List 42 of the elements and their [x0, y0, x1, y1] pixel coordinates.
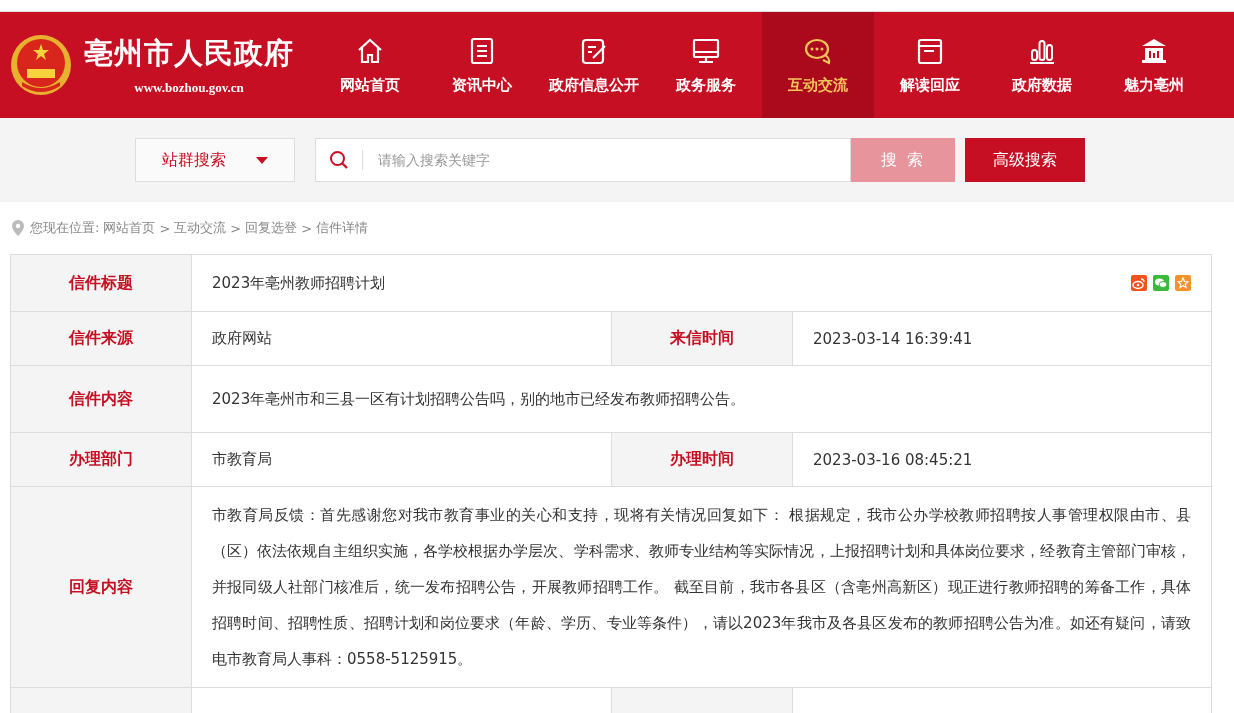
emblem-icon [10, 34, 72, 96]
breadcrumb-separator: > [301, 220, 313, 236]
scope-dropdown[interactable]: 站群搜索 [135, 138, 295, 182]
nav-tab[interactable]: 政务服务 [650, 12, 762, 118]
field-label: 回复内容 [11, 487, 192, 687]
field-value: 2023-03-16 08:45:21 [813, 450, 973, 469]
site-url: www.bozhou.gov.cn [134, 80, 244, 96]
field-value: 2023年亳州市和三县一区有计划招聘公告吗，别的地市已经发布教师招聘公告。 [212, 389, 746, 410]
caret-icon [256, 156, 268, 164]
location-label: 您现在位置: [30, 219, 100, 237]
breadcrumb-separator: > [230, 220, 242, 236]
advanced-search-button[interactable]: 高级搜索 [965, 138, 1085, 182]
nav-tab[interactable]: 解读回应 [874, 12, 986, 118]
field-label: 办理部门 [11, 433, 192, 486]
nav-tab[interactable]: 资讯中心 [426, 12, 538, 118]
field-label: 来信时间 [612, 312, 793, 365]
field-value: 市教育局 [212, 450, 272, 469]
nav-tab[interactable]: 政府信息公开 [538, 12, 650, 118]
nav-tab[interactable]: 互动交流 [762, 12, 874, 118]
nav-tab[interactable]: 政府数据 [986, 12, 1098, 118]
field-value: 政府网站 [212, 329, 272, 348]
field-value: 市教育局反馈：首先感谢您对我市教育事业的关心和支持，现将有关情况回复如下： 根据规定，我市公办学校教师招聘按人事管理权限由市、县（区）依法依规自主组织实施，各学校根据办学层次、学科需求、教师专业结构等实际情况，上报招聘计划和具体岗位要求，经教育主管部门审核，并报同级人社部门核准后，统一发布招聘公告，开展教师招聘工作。 截至目前，我市各县区（含亳州高新区）现正进行教师招聘的筹备工作，具体招聘时间、招聘性质、招聘计划和岗位要求（年龄、学历、专业等条件），请以2023年我市及各县区发布的教师招聘公告为准。如还有疑问，请致电市教育局人事科：0558-5125915。 [212, 505, 1191, 670]
location-pin-icon [12, 220, 24, 236]
breadcrumb-link[interactable]: 回复选登 [245, 219, 298, 237]
breadcrumb-separator: > [159, 220, 171, 236]
search-field[interactable]: 请输入搜索关键字 [315, 138, 851, 182]
site-title: 亳州市人民政府 [84, 35, 294, 72]
weibo-share-icon[interactable] [1131, 275, 1147, 291]
breadcrumb-link[interactable]: 互动交流 [174, 219, 227, 237]
nav-tab[interactable]: 网站首页 [314, 12, 426, 118]
breadcrumb-link[interactable]: 网站首页 [103, 219, 156, 237]
search-icon [329, 150, 349, 170]
field-label: 信件内容 [11, 366, 192, 432]
field-label: 办理时间 [612, 433, 793, 486]
field-label: 信件标题 [11, 255, 192, 311]
field-value: 2023年亳州教师招聘计划 [212, 273, 386, 293]
wechat-share-icon[interactable] [1153, 275, 1169, 291]
field-label: 信件来源 [11, 312, 192, 365]
field-value: 2023-03-14 16:39:41 [813, 329, 973, 348]
breadcrumb-link[interactable]: 信件详情 [316, 219, 369, 237]
star-icon[interactable] [1175, 275, 1191, 291]
nav-tab[interactable]: 魅力亳州 [1098, 12, 1210, 118]
